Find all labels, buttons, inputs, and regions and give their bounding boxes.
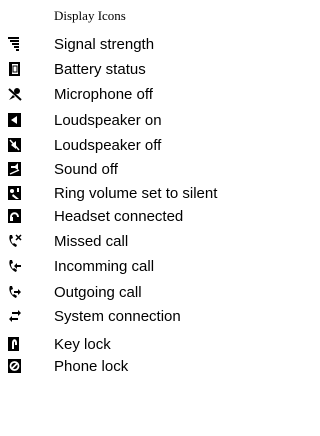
icon-row-loudspeaker-on: Loudspeaker on [0, 110, 261, 134]
sound-off-icon [8, 161, 22, 177]
icon-row-headset-connected: Headset connected [0, 206, 261, 230]
system-connection-icon [8, 308, 22, 324]
icon-row-system-connection: System connection [0, 306, 261, 330]
key-lock-icon [8, 336, 22, 352]
icon-label: Incomming call [54, 258, 155, 275]
icon-label: Phone lock [54, 358, 129, 375]
signal-strength-icon [8, 36, 22, 52]
display-icons-title: Display Icons [54, 8, 126, 23]
icon-label: Loudspeaker on [54, 112, 162, 129]
outgoing-call-icon [8, 284, 22, 300]
icon-label: Battery status [54, 61, 146, 78]
icon-row-battery-status: Battery status [0, 59, 261, 83]
loudspeaker-off-icon [8, 137, 22, 153]
icon-row-sound-off: Sound off [0, 159, 261, 183]
icon-row-outgoing-call: Outgoing call [0, 282, 261, 306]
icon-row-loudspeaker-off: Loudspeaker off [0, 135, 261, 159]
icon-label: System connection [54, 308, 181, 325]
icon-label: Outgoing call [54, 284, 142, 301]
icon-row-ring-silent: Ring volume set to silent [0, 183, 261, 207]
ring-silent-icon [8, 185, 22, 201]
phone-lock-icon [8, 358, 22, 374]
icon-label: Missed call [54, 233, 129, 250]
headset-connected-icon [8, 208, 22, 224]
icon-row-incoming-call: Incomming call [0, 256, 261, 280]
icon-label: Ring volume set to silent [54, 185, 218, 202]
loudspeaker-on-icon [8, 112, 22, 128]
icon-label: Key lock [54, 336, 111, 353]
icon-row-phone-lock: Phone lock [0, 356, 261, 380]
icon-label: Headset connected [54, 208, 184, 225]
icon-label: Microphone off [54, 86, 153, 103]
icon-label: Loudspeaker off [54, 137, 162, 154]
missed-call-icon [8, 233, 22, 249]
icon-row-signal-strength: Signal strength [0, 34, 261, 58]
icon-row-microphone-off: Microphone off [0, 84, 261, 108]
icon-label: Signal strength [54, 36, 155, 53]
icon-label: Sound off [54, 161, 118, 178]
incoming-call-icon [8, 258, 22, 274]
icon-row-key-lock: Key lock [0, 334, 261, 358]
icon-row-missed-call: Missed call [0, 231, 261, 255]
microphone-off-icon [8, 86, 22, 102]
battery-status-icon [8, 61, 22, 77]
